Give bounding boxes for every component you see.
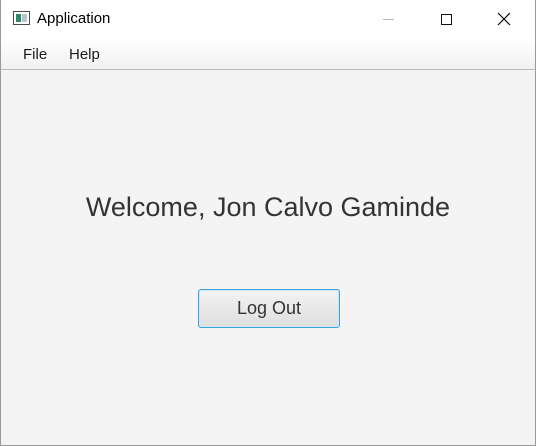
app-window-icon (13, 11, 30, 25)
title-bar[interactable]: Application (1, 0, 535, 38)
window-title: Application (37, 10, 111, 27)
logout-button[interactable]: Log Out (198, 289, 340, 328)
maximize-icon (440, 13, 452, 25)
minimize-icon (382, 18, 394, 20)
menu-bar: File Help (1, 38, 535, 70)
welcome-message: Welcome, Jon Calvo Gaminde (85, 192, 451, 222)
close-button[interactable] (481, 0, 527, 38)
maximize-button[interactable] (423, 0, 469, 38)
close-icon (497, 12, 511, 26)
application-window: Application File Help Welcome, Jon Calvo… (0, 0, 536, 446)
minimize-button[interactable] (365, 0, 411, 38)
menu-file[interactable]: File (21, 46, 49, 63)
menu-help[interactable]: Help (67, 46, 102, 63)
